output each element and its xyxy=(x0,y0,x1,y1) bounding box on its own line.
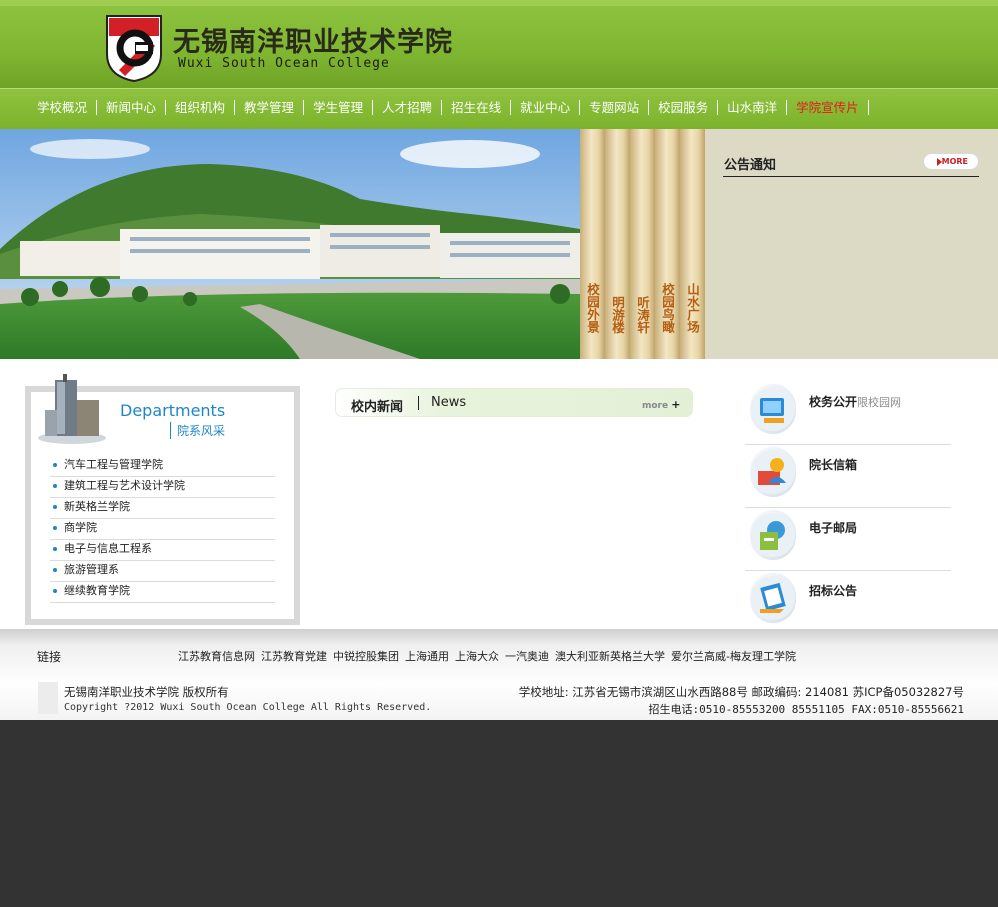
news-more-label: more xyxy=(642,401,669,411)
nav-item-school-overview[interactable]: 学校概况 xyxy=(28,100,98,115)
tab-shanshui-square[interactable]: 山水广场 xyxy=(680,129,705,359)
school-address: 学校地址: 江苏省无锡市滨湖区山水西路88号 邮政编码: 214081 苏ICP… xyxy=(518,685,964,699)
plus-icon: + xyxy=(671,398,681,411)
building-icon xyxy=(38,374,106,444)
tab-tingtao-pavilion[interactable]: 听涛轩 xyxy=(630,129,655,359)
quick-link-president-mailbox[interactable]: 院长信箱 xyxy=(745,445,951,508)
notice-panel: 公告通知 MORE xyxy=(705,129,998,359)
college-logo-icon[interactable] xyxy=(105,14,163,82)
quick-link-label: 校务公开限校园网 xyxy=(809,393,901,410)
notice-more-button[interactable]: MORE xyxy=(923,153,979,170)
dept-item-electronics[interactable]: 电子与信息工程系 xyxy=(50,540,275,561)
user-mail-icon xyxy=(750,447,796,497)
footer-decoration xyxy=(38,682,58,714)
tab-mingyou-building[interactable]: 明游楼 xyxy=(605,129,630,359)
college-name-en: Wuxi South Ocean College xyxy=(178,56,390,71)
footer-link[interactable]: 江苏教育信息网 xyxy=(178,648,255,664)
footer-link[interactable]: 上海通用 xyxy=(405,648,449,664)
quick-link-title: 校务公开 xyxy=(809,395,858,409)
footer-link[interactable]: 澳大利亚新英格兰大学 xyxy=(555,648,665,664)
nav-item-campus-service[interactable]: 校园服务 xyxy=(649,100,719,115)
quick-link-affairs[interactable]: 校务公开限校园网 xyxy=(745,382,951,445)
dept-item-business[interactable]: 商学院 xyxy=(50,519,275,540)
dept-item-new-england[interactable]: 新英格兰学院 xyxy=(50,498,275,519)
nav-item-news-center[interactable]: 新闻中心 xyxy=(97,100,167,115)
tab-label: 校园鸟瞰 xyxy=(660,283,675,333)
dept-item-tourism[interactable]: 旅游管理系 xyxy=(50,561,275,582)
main-nav: 学校概况 新闻中心 组织机构 教学管理 学生管理 人才招聘 招生在线 就业中心 … xyxy=(0,88,998,129)
monitor-icon xyxy=(750,384,796,434)
tab-campus-exterior[interactable]: 校园外景 xyxy=(580,129,605,359)
header-highlight xyxy=(0,0,998,6)
quick-links: 校务公开限校园网 院长信箱 电子邮局 招标公告 xyxy=(745,382,951,633)
dept-item-auto-engineering[interactable]: 汽车工程与管理学院 xyxy=(50,456,275,477)
campus-banner-image xyxy=(0,129,580,359)
departments-title-cn: 院系风采 xyxy=(170,422,225,439)
footer: 链接 江苏教育信息网 江苏教育党建 中锐控股集团 上海通用 上海大众 一汽奥迪 … xyxy=(0,629,998,720)
tab-label: 听涛轩 xyxy=(635,295,650,334)
quick-link-label: 招标公告 xyxy=(809,584,858,598)
news-more-link[interactable]: more + xyxy=(642,398,680,411)
departments-list: 汽车工程与管理学院 建筑工程与艺术设计学院 新英格兰学院 商学院 电子与信息工程… xyxy=(50,456,275,603)
tab-label: 校园外景 xyxy=(585,283,600,333)
quick-link-email[interactable]: 电子邮局 xyxy=(745,508,951,571)
nav-item-organization[interactable]: 组织机构 xyxy=(166,100,236,115)
nav-item-admissions[interactable]: 招生在线 xyxy=(442,100,512,115)
nav-item-employment[interactable]: 就业中心 xyxy=(511,100,581,115)
copyright-en: Copyright ?2012 Wuxi South Ocean College… xyxy=(64,702,432,713)
quick-link-label: 电子邮局 xyxy=(809,521,858,535)
mailbox-icon xyxy=(750,510,796,560)
friend-links: 江苏教育信息网 江苏教育党建 中锐控股集团 上海通用 上海大众 一汽奥迪 澳大利… xyxy=(178,648,796,664)
campus-news-header: 校内新闻 News more + xyxy=(335,388,693,417)
header: 无锡南洋职业技术学院 Wuxi South Ocean College xyxy=(0,0,998,88)
nav-list: 学校概况 新闻中心 组织机构 教学管理 学生管理 人才招聘 招生在线 就业中心 … xyxy=(28,100,869,115)
tab-label: 山水广场 xyxy=(685,283,700,333)
dept-item-architecture-art[interactable]: 建筑工程与艺术设计学院 xyxy=(50,477,275,498)
news-title-en: News xyxy=(431,395,467,410)
nav-item-teaching[interactable]: 教学管理 xyxy=(235,100,305,115)
news-separator xyxy=(418,396,419,410)
footer-link[interactable]: 江苏教育党建 xyxy=(261,648,327,664)
nav-item-topic-sites[interactable]: 专题网站 xyxy=(580,100,650,115)
links-label: 链接 xyxy=(37,650,62,664)
notice-title: 公告通知 xyxy=(724,158,777,173)
footer-link[interactable]: 一汽奥迪 xyxy=(505,648,549,664)
nav-item-shanshui-nanyang[interactable]: 山水南洋 xyxy=(718,100,788,115)
footer-link[interactable]: 中锐控股集团 xyxy=(333,648,399,664)
departments-title-en: Departments xyxy=(120,401,226,420)
nav-item-students[interactable]: 学生管理 xyxy=(304,100,374,115)
tab-campus-aerial[interactable]: 校园鸟瞰 xyxy=(655,129,680,359)
quick-link-tender[interactable]: 招标公告 xyxy=(745,571,951,633)
dept-item-continuing-education[interactable]: 继续教育学院 xyxy=(50,582,275,603)
news-title: 校内新闻 xyxy=(351,400,404,415)
nav-item-recruitment[interactable]: 人才招聘 xyxy=(373,100,443,115)
quick-link-label: 院长信箱 xyxy=(809,458,858,472)
footer-link[interactable]: 上海大众 xyxy=(455,648,499,664)
page: 无锡南洋职业技术学院 Wuxi South Ocean College 学校概况… xyxy=(0,0,998,720)
nav-item-promo-video[interactable]: 学院宣传片 xyxy=(787,100,869,115)
quick-link-sub: 限校园网 xyxy=(857,396,902,409)
document-icon xyxy=(750,573,796,623)
tab-label: 明游楼 xyxy=(610,295,625,334)
college-name-cn: 无锡南洋职业技术学院 xyxy=(173,27,453,58)
scene-tabs: 校园外景 明游楼 听涛轩 校园鸟瞰 山水广场 xyxy=(580,129,705,359)
footer-link[interactable]: 爱尔兰高威-梅友理工学院 xyxy=(671,648,796,664)
notice-divider xyxy=(723,176,979,177)
copyright-cn: 无锡南洋职业技术学院 版权所有 xyxy=(64,685,229,699)
admissions-phone: 招生电话:0510-85553200 85551105 FAX:0510-855… xyxy=(648,703,964,716)
